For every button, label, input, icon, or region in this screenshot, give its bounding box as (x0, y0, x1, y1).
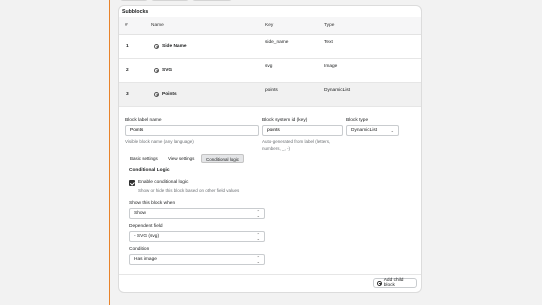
system-id-input[interactable] (262, 125, 343, 136)
select-arrows-icon: ⌃ ⌄ (256, 209, 260, 218)
chevron-down-icon[interactable] (154, 44, 159, 49)
select-arrows-icon: ⌃ ⌄ (256, 232, 260, 241)
top-tab-strip (118, 0, 238, 2)
top-tab-1[interactable] (120, 0, 148, 1)
panel-divider (119, 274, 421, 275)
row-key: side_name (265, 40, 289, 45)
table-header: # Name Key Type (119, 17, 421, 35)
row-name[interactable]: SVG (154, 68, 172, 73)
row-type: Image (324, 64, 338, 69)
header-key: Key (265, 23, 274, 28)
enable-conditional-checkbox[interactable] (129, 180, 135, 186)
conditional-logic-heading: Conditional Logic (129, 168, 170, 173)
chevron-down-icon[interactable] (154, 68, 159, 73)
chevron-down-icon: ⌄ (390, 128, 394, 133)
add-child-block-button[interactable]: Add child block (373, 278, 417, 288)
row-name[interactable]: Points (154, 92, 177, 97)
header-number: # (125, 23, 128, 28)
row-name-text: Points (162, 92, 177, 97)
top-tab-3[interactable] (192, 0, 232, 1)
enable-conditional-label: Enable conditional logic (138, 180, 189, 185)
tab-basic-settings[interactable]: Basic settings (126, 154, 162, 163)
subblocks-table: # Name Key Type 1 Side Name side_name Te… (119, 17, 421, 107)
condition-select[interactable]: Has image ⌃ ⌄ (129, 254, 265, 265)
block-type-select[interactable]: DynamicList ⌄ (346, 125, 399, 136)
label-name-help: Visible block name (any language) (125, 139, 194, 144)
table-row[interactable]: 3 Points points DynamicList (119, 83, 421, 107)
tab-conditional-logic[interactable]: Conditional logic (201, 154, 245, 163)
block-type-value: DynamicList (351, 128, 378, 133)
block-type-title: Block type (346, 118, 369, 123)
system-id-title: Block system id (key) (262, 118, 308, 123)
system-id-help: Auto-generated from label (letters, numb… (262, 139, 331, 151)
condition-value: Has image (134, 257, 157, 262)
show-when-label: Show this block when (129, 201, 176, 206)
top-tab-2[interactable] (151, 0, 189, 1)
plus-circle-icon (377, 280, 382, 286)
table-row[interactable]: 1 Side Name side_name Text (119, 35, 421, 59)
enable-conditional-help: Show or hide this block based on other f… (138, 188, 240, 193)
tab-view-settings[interactable]: View settings (164, 154, 199, 163)
dependent-field-value: - SVG (svg) (134, 234, 160, 239)
row-number: 3 (126, 92, 129, 97)
chevron-up-icon[interactable] (154, 92, 159, 97)
row-number: 1 (126, 44, 129, 49)
show-when-value: Show (134, 211, 146, 216)
show-when-select[interactable]: Show ⌃ ⌄ (129, 208, 265, 219)
label-name-input[interactable] (125, 125, 259, 136)
row-type: Text (324, 40, 333, 45)
row-key: svg (265, 64, 273, 69)
select-arrows-icon: ⌃ ⌄ (256, 255, 260, 264)
dependent-field-select[interactable]: - SVG (svg) ⌃ ⌄ (129, 231, 265, 242)
dependent-field-label: Dependent field (129, 224, 163, 229)
row-name[interactable]: Side Name (154, 44, 187, 49)
section-title: Subblocks (122, 9, 149, 15)
table-row[interactable]: 2 SVG svg Image (119, 59, 421, 83)
accent-divider-line (109, 0, 110, 305)
add-child-block-label: Add child block (383, 278, 404, 288)
header-type: Type (324, 23, 335, 28)
row-name-text: Side Name (162, 44, 187, 49)
header-name: Name (151, 23, 164, 28)
row-type: DynamicList (324, 88, 351, 93)
row-key: points (265, 88, 278, 93)
row-number: 2 (126, 68, 129, 73)
condition-label: Condition (129, 247, 150, 252)
row-name-text: SVG (162, 68, 173, 73)
label-name-title: Block label name (125, 118, 162, 123)
